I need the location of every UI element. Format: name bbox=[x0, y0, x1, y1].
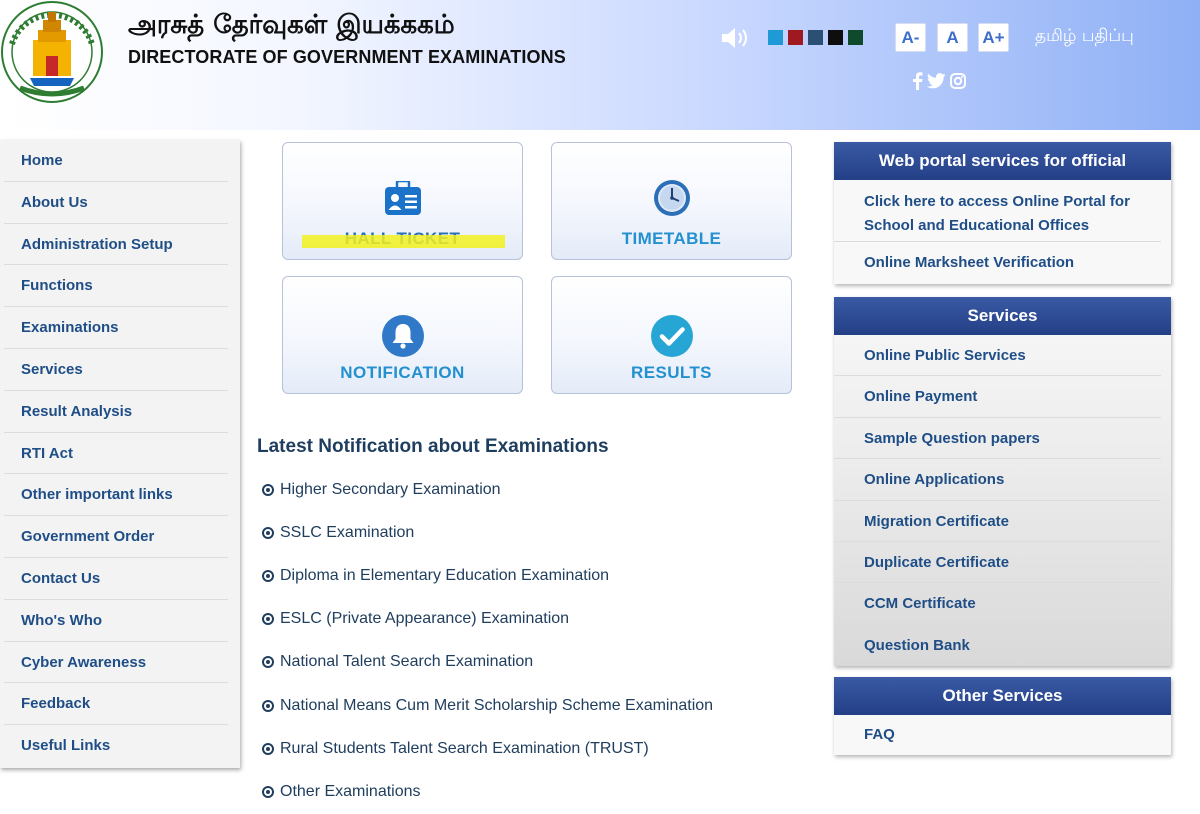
sidebar-item-examinations[interactable]: Examinations bbox=[4, 307, 228, 349]
bullet-icon bbox=[262, 569, 274, 582]
panel-title: Web portal services for official bbox=[834, 142, 1171, 180]
sidebar-item-other-important-links[interactable]: Other important links bbox=[4, 474, 228, 517]
theme-color-swatch[interactable] bbox=[828, 30, 843, 45]
notification-item[interactable]: National Talent Search Examination bbox=[262, 641, 822, 684]
font-increase-button[interactable]: A+ bbox=[978, 23, 1009, 52]
notification-item-label: ESLC (Private Appearance) Examination bbox=[280, 610, 570, 628]
results-label: RESULTS bbox=[631, 363, 712, 382]
notification-item-label: Diploma in Elementary Education Examinat… bbox=[280, 566, 610, 584]
bullet-icon bbox=[262, 483, 274, 496]
sidebar-item-about-us[interactable]: About Us bbox=[4, 182, 228, 224]
sidebar-nav: Home About Us Administration Setup Funct… bbox=[0, 140, 240, 768]
notification-item-label: National Means Cum Merit Scholarship Sch… bbox=[280, 696, 714, 714]
services-item[interactable]: Online Public Services bbox=[834, 335, 1161, 377]
notifications-heading: Latest Notification about Examinations bbox=[257, 436, 609, 457]
checkmark-icon bbox=[650, 315, 693, 357]
font-decrease-button[interactable]: A- bbox=[895, 23, 926, 52]
theme-color-picker bbox=[768, 30, 863, 45]
bullet-icon bbox=[262, 613, 274, 626]
services-item[interactable]: Migration Certificate bbox=[834, 501, 1161, 542]
services-item[interactable]: Sample Question papers bbox=[834, 418, 1161, 460]
sidebar-item-government-order[interactable]: Government Order bbox=[4, 516, 228, 558]
sidebar-item-rti-act[interactable]: RTI Act bbox=[4, 433, 228, 475]
sidebar-item-home[interactable]: Home bbox=[4, 140, 228, 182]
services-item[interactable]: Online Applications bbox=[834, 459, 1161, 501]
services-panel: Services Online Public Services Online P… bbox=[834, 297, 1171, 667]
faq-link[interactable]: FAQ bbox=[834, 715, 1161, 755]
instagram-icon[interactable] bbox=[950, 73, 966, 89]
bell-icon bbox=[381, 315, 424, 357]
notification-item-label: Rural Students Talent Search Examination… bbox=[280, 739, 649, 757]
highlight-marker bbox=[302, 235, 505, 248]
notification-item[interactable]: Higher Secondary Examination bbox=[262, 468, 822, 511]
theme-color-swatch[interactable] bbox=[788, 30, 803, 45]
notification-item[interactable]: National Means Cum Merit Scholarship Sch… bbox=[262, 684, 822, 727]
speaker-icon[interactable] bbox=[720, 25, 752, 51]
services-item[interactable]: Online Payment bbox=[834, 376, 1161, 418]
bullet-icon bbox=[262, 699, 274, 712]
sidebar-item-cyber-awareness[interactable]: Cyber Awareness bbox=[4, 642, 228, 684]
notification-item[interactable]: Rural Students Talent Search Examination… bbox=[262, 727, 822, 770]
tamil-version-link[interactable]: தமிழ் பதிப்பு bbox=[1035, 26, 1134, 48]
notification-item[interactable]: Other Examinations bbox=[262, 770, 822, 813]
notification-item[interactable]: SSLC Examination bbox=[262, 511, 822, 554]
notification-tile[interactable]: NOTIFICATION bbox=[282, 276, 523, 394]
site-title-tamil: அரசுத் தேர்வுகள் இயக்ககம் bbox=[128, 10, 455, 40]
sidebar-item-whos-who[interactable]: Who's Who bbox=[4, 600, 228, 642]
services-item[interactable]: Duplicate Certificate bbox=[834, 542, 1161, 584]
notification-item-label: SSLC Examination bbox=[280, 523, 415, 541]
marksheet-verification-link[interactable]: Online Marksheet Verification bbox=[834, 242, 1161, 284]
theme-color-swatch[interactable] bbox=[808, 30, 823, 45]
services-item[interactable]: Question Bank bbox=[834, 625, 1161, 666]
notifications-list: Higher Secondary Examination SSLC Examin… bbox=[262, 468, 822, 814]
theme-color-swatch[interactable] bbox=[848, 30, 863, 45]
notification-item[interactable]: ESLC (Private Appearance) Examination bbox=[262, 598, 822, 641]
tamil-nadu-emblem-icon[interactable] bbox=[0, 0, 104, 104]
font-normal-button[interactable]: A bbox=[937, 23, 968, 52]
panel-title: Other Services bbox=[834, 677, 1171, 715]
bullet-icon bbox=[262, 785, 274, 798]
services-item[interactable]: CCM Certificate bbox=[834, 583, 1161, 625]
notification-item-label: Higher Secondary Examination bbox=[280, 480, 501, 498]
clock-icon bbox=[653, 180, 690, 216]
timetable-label: TIMETABLE bbox=[621, 229, 722, 248]
bullet-icon bbox=[262, 526, 274, 539]
sidebar-item-services[interactable]: Services bbox=[4, 349, 228, 391]
online-portal-link[interactable]: Click here to access Online Portal for S… bbox=[834, 180, 1161, 242]
notification-item-label: National Talent Search Examination bbox=[280, 653, 534, 671]
panel-title: Services bbox=[834, 297, 1171, 335]
results-tile[interactable]: RESULTS bbox=[551, 276, 792, 394]
facebook-icon[interactable] bbox=[912, 72, 923, 90]
sidebar-item-feedback[interactable]: Feedback bbox=[4, 683, 228, 726]
sidebar-item-functions[interactable]: Functions bbox=[4, 265, 228, 308]
sidebar-item-contact-us[interactable]: Contact Us bbox=[4, 558, 228, 600]
timetable-tile[interactable]: TIMETABLE bbox=[551, 142, 792, 260]
other-services-panel: Other Services FAQ bbox=[834, 677, 1171, 755]
site-header: அரசுத் தேர்வுகள் இயக்ககம் DIRECTORATE OF… bbox=[0, 0, 1200, 130]
social-links bbox=[912, 72, 966, 90]
site-title-english: DIRECTORATE OF GOVERNMENT EXAMINATIONS bbox=[128, 47, 566, 67]
sidebar-item-useful-links[interactable]: Useful Links bbox=[4, 725, 228, 767]
bullet-icon bbox=[262, 742, 274, 755]
notification-item-label: Other Examinations bbox=[280, 782, 421, 800]
notification-label: NOTIFICATION bbox=[340, 363, 465, 382]
twitter-icon[interactable] bbox=[927, 73, 946, 89]
id-card-icon bbox=[384, 181, 421, 215]
theme-color-swatch[interactable] bbox=[768, 30, 783, 45]
bullet-icon bbox=[262, 656, 274, 669]
sidebar-item-result-analysis[interactable]: Result Analysis bbox=[4, 391, 228, 433]
notification-item[interactable]: Diploma in Elementary Education Examinat… bbox=[262, 554, 822, 597]
sidebar-item-administration-setup[interactable]: Administration Setup bbox=[4, 224, 228, 266]
official-portal-panel: Web portal services for official Click h… bbox=[834, 142, 1171, 284]
